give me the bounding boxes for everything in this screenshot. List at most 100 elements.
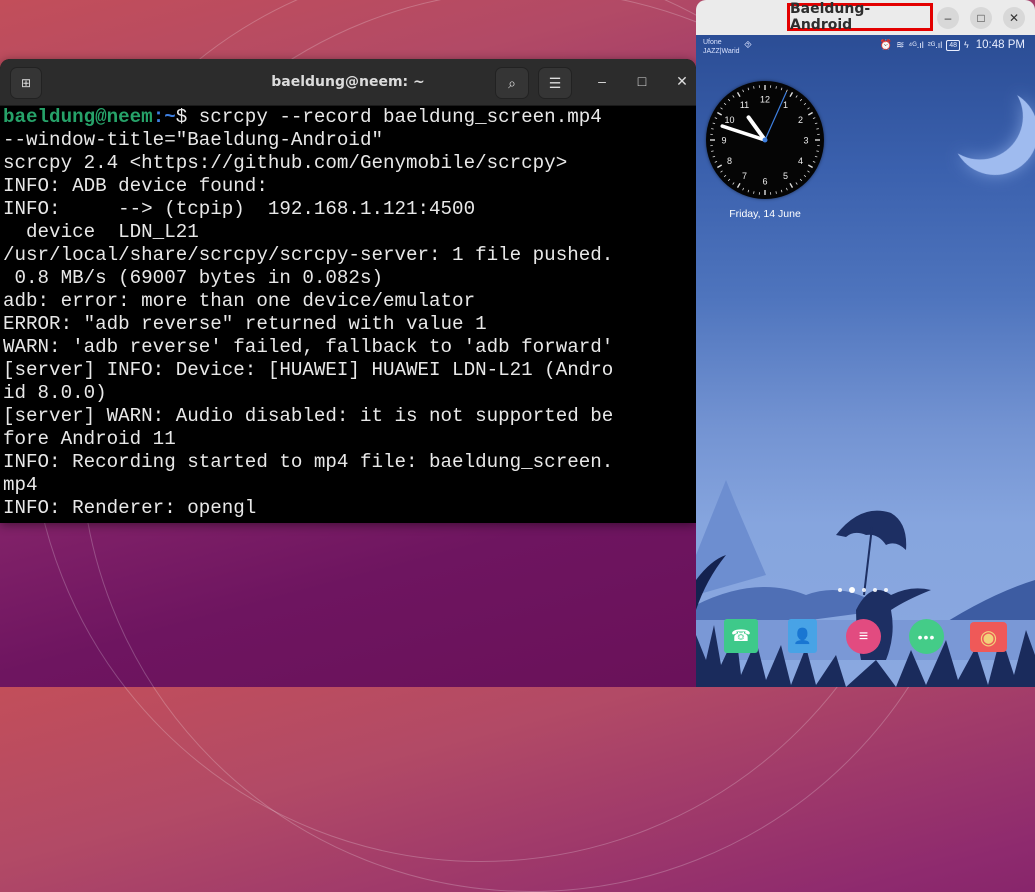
- clock-tick: [724, 175, 726, 177]
- device-screen[interactable]: Ufone JAZZ|Warid ⯑ ⏰ ≋ ⁴ᴳ.ıl ²ᴳ.ıl 48 ϟ …: [696, 35, 1035, 687]
- clock-tick: [815, 123, 817, 124]
- minimize-button[interactable]: –: [590, 69, 614, 93]
- window-title: Baeldung-Android: [790, 1, 930, 33]
- charging-icon: ϟ: [964, 40, 969, 50]
- terminal-line: [server] WARN: Audio disabled: it is not…: [3, 405, 696, 428]
- close-button[interactable]: ✕: [670, 69, 694, 93]
- clock-numeral: 10: [724, 115, 734, 125]
- clock-tick: [713, 123, 715, 124]
- clock-tick: [728, 179, 730, 181]
- terminal-window[interactable]: ⊞ baeldung@neem: ~ ⌕ ☰ – □ ✕ baeldung@ne…: [0, 59, 696, 523]
- terminal-output[interactable]: baeldung@neem:~$ scrcpy --record baeldun…: [0, 106, 696, 520]
- clock-tick: [711, 129, 713, 130]
- clock-tick: [790, 92, 793, 96]
- search-button[interactable]: ⌕: [495, 67, 529, 99]
- clock-numeral: 9: [721, 136, 726, 146]
- carrier-2: JAZZ|Warid: [703, 47, 740, 56]
- terminal-line: adb: error: more than one device/emulato…: [3, 290, 696, 313]
- scrcpy-titlebar[interactable]: Baeldung-Android – □ ✕: [696, 0, 1035, 35]
- page-dot[interactable]: [884, 588, 888, 592]
- clock-tick: [713, 156, 715, 157]
- page-dot[interactable]: [862, 588, 866, 592]
- contacts-app-icon[interactable]: 👤: [788, 619, 817, 653]
- clock-tick: [796, 96, 797, 98]
- messages-app-icon[interactable]: •••: [909, 619, 944, 654]
- menu-button[interactable]: ☰: [538, 67, 572, 99]
- clock-numeral: 1: [783, 100, 788, 110]
- camera-icon: ◉: [980, 625, 997, 650]
- terminal-line: INFO: ADB device found:: [3, 175, 696, 198]
- terminal-line: ERROR: "adb reverse" returned with value…: [3, 313, 696, 336]
- clock-tick: [786, 188, 787, 190]
- clock-tick: [728, 99, 730, 101]
- prompt-line: baeldung@neem:~$ scrcpy --record baeldun…: [3, 106, 696, 129]
- app-dock: ☎ 👤 ≡ ••• ◉: [696, 619, 1035, 655]
- terminal-line: device LDN_L21: [3, 221, 696, 244]
- clock-tick: [754, 86, 755, 88]
- clock-tick: [748, 190, 749, 192]
- clock-tick: [804, 175, 806, 177]
- page-indicator[interactable]: [838, 588, 888, 593]
- close-button[interactable]: ✕: [1003, 7, 1025, 29]
- date-label: Friday, 14 June: [696, 208, 834, 220]
- terminal-line: fore Android 11: [3, 428, 696, 451]
- umbrella-handle: [864, 527, 872, 595]
- phone-app-icon[interactable]: ☎: [724, 619, 758, 653]
- camera-app-icon[interactable]: ◉: [970, 622, 1007, 652]
- clock-tick: [781, 88, 782, 90]
- clock-tick: [717, 165, 721, 168]
- terminal-line: WARN: 'adb reverse' failed, fallback to …: [3, 336, 696, 359]
- scrcpy-window[interactable]: Baeldung-Android – □ ✕ Ufone JAZZ|Warid …: [696, 0, 1035, 687]
- clock-tick: [733, 96, 734, 98]
- terminal-line: --window-title="Baeldung-Android": [3, 129, 696, 152]
- maximize-button[interactable]: □: [970, 7, 992, 29]
- terminal-line: mp4: [3, 474, 696, 497]
- terminal-line: scrcpy 2.4 <https://github.com/Genymobil…: [3, 152, 696, 175]
- terminal-titlebar[interactable]: ⊞ baeldung@neem: ~ ⌕ ☰ – □ ✕: [0, 59, 696, 106]
- page-dot[interactable]: [838, 588, 842, 592]
- clock-numeral: 8: [727, 156, 732, 166]
- menu-icon: ≡: [859, 628, 868, 646]
- terminal-line: 0.8 MB/s (69007 bytes in 0.082s): [3, 267, 696, 290]
- clock-tick: [776, 191, 777, 193]
- contacts-icon: 👤: [793, 627, 812, 645]
- terminal-line: /usr/local/share/scrcpy/scrcpy-server: 1…: [3, 244, 696, 267]
- maximize-button[interactable]: □: [630, 69, 654, 93]
- battery-icon: 48: [946, 40, 960, 51]
- clock-tick: [816, 129, 818, 130]
- wifi-icon: ≋: [896, 40, 904, 51]
- clock-numeral: 4: [798, 156, 803, 166]
- clock-face: 121234567891011: [706, 81, 824, 199]
- clock-tick: [733, 182, 734, 184]
- clock-center: [763, 138, 768, 143]
- clock-tick: [807, 108, 809, 109]
- clock-tick: [711, 151, 713, 152]
- signal-icon-sim1: ⁴ᴳ.ıl: [908, 40, 923, 50]
- status-time: 10:48 PM: [976, 39, 1025, 51]
- alarm-icon: ⏰: [880, 40, 892, 51]
- clock-tick: [748, 88, 749, 90]
- clock-tick: [721, 171, 723, 172]
- clock-numeral: 12: [760, 95, 770, 105]
- status-bar[interactable]: Ufone JAZZ|Warid ⯑ ⏰ ≋ ⁴ᴳ.ıl ²ᴳ.ıl 48 ϟ …: [696, 35, 1035, 59]
- minimize-button[interactable]: –: [937, 7, 959, 29]
- terminal-line: INFO: Recording started to mp4 file: bae…: [3, 451, 696, 474]
- page-dot[interactable]: [849, 587, 855, 593]
- page-dot[interactable]: [873, 588, 877, 592]
- analog-clock-widget[interactable]: 121234567891011: [706, 81, 824, 199]
- clock-tick: [808, 113, 812, 116]
- clock-tick: [800, 179, 802, 181]
- search-icon: ⌕: [508, 75, 516, 92]
- terminal-line: INFO: --> (tcpip) 192.168.1.121:4500: [3, 198, 696, 221]
- clock-tick: [815, 156, 817, 157]
- clock-numeral: 11: [740, 100, 749, 110]
- clock-tick: [724, 103, 726, 105]
- clock-tick: [786, 90, 787, 92]
- prompt-symbol: $: [176, 106, 199, 128]
- command-text: scrcpy --record baeldung_screen.mp4: [199, 106, 602, 128]
- clock-numeral: 2: [798, 115, 803, 125]
- app-drawer-icon[interactable]: ≡: [846, 619, 881, 654]
- carrier-labels: Ufone JAZZ|Warid: [703, 38, 740, 56]
- clock-tick: [807, 171, 809, 172]
- clock-tick: [738, 183, 741, 187]
